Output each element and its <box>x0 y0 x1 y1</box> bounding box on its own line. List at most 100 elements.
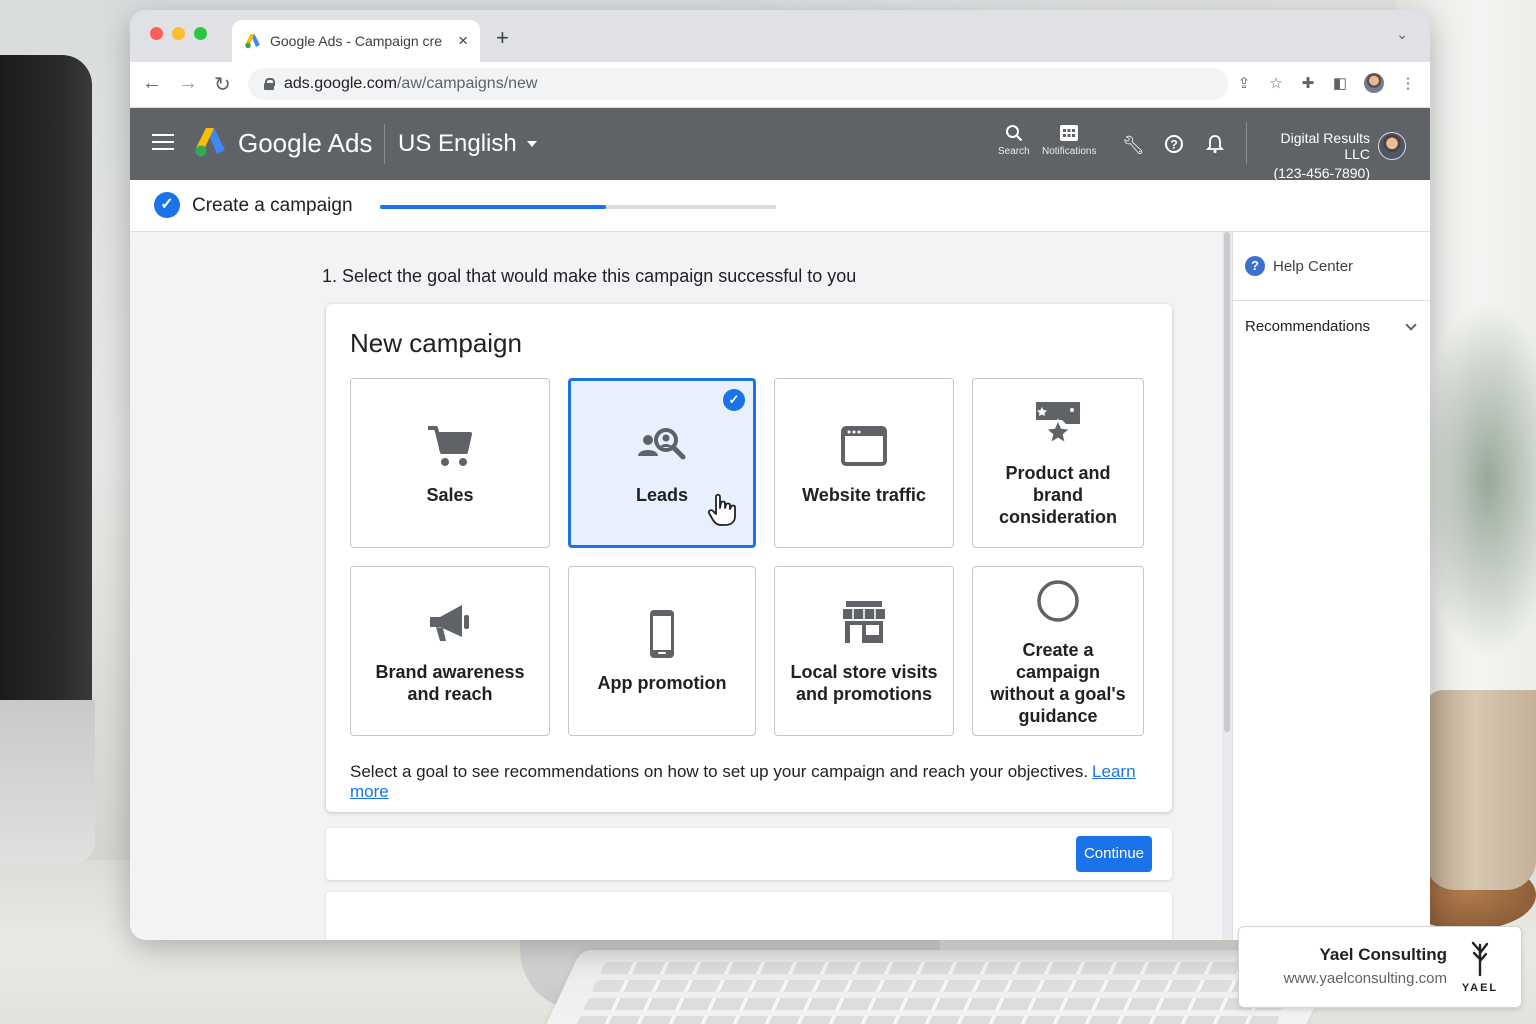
goal-label: Create a campaign without a goal's guida… <box>990 640 1126 726</box>
header-search-button[interactable]: Search <box>998 124 1030 157</box>
keyboard-row <box>583 998 1289 1010</box>
phone-icon <box>650 610 674 658</box>
yael-logo-icon: YAEL <box>1462 941 1496 994</box>
search-caption: Search <box>998 146 1030 157</box>
goal-hint-text: Select a goal to see recommendations on … <box>350 762 1089 781</box>
goal-hint: Select a goal to see recommendations on … <box>350 762 1172 802</box>
tools-button[interactable]: 🔧︎ <box>1122 134 1145 156</box>
step-title: Create a campaign <box>192 195 353 216</box>
goal-label: Brand awareness and reach <box>375 662 525 704</box>
watermark-url: www.yaelconsulting.com <box>1283 970 1447 987</box>
account-name: Digital Results LLC <box>1280 130 1370 162</box>
background-plant <box>1416 300 1536 660</box>
cart-icon <box>428 426 472 466</box>
card-title: New campaign <box>350 328 522 358</box>
tab-close-icon[interactable]: × <box>458 31 468 51</box>
keyboard-row <box>574 1016 1281 1024</box>
bell-button[interactable] <box>1206 134 1224 154</box>
help-button[interactable]: ? <box>1164 134 1184 154</box>
goal-option-no-goal[interactable]: Create a campaign without a goal's guida… <box>972 566 1144 736</box>
hand-cursor-icon <box>707 493 736 526</box>
ads-brand-name: Google Ads <box>238 128 373 158</box>
browser-toolbar: ← → ↻ ads.google.com/aw/campaigns/new ⇪ … <box>130 62 1430 108</box>
goal-option-leads[interactable]: ✓ Leads <box>568 378 756 548</box>
check-circle-icon: ✓ <box>154 192 180 218</box>
new-tab-button[interactable]: + <box>496 25 509 51</box>
address-bar[interactable]: ads.google.com/aw/campaigns/new <box>248 68 1228 100</box>
window-zoom-dot[interactable] <box>194 27 207 40</box>
tab-title: Google Ads - Campaign cre <box>270 33 442 49</box>
help-center-link[interactable]: ? Help Center <box>1245 256 1353 276</box>
progress-bar-track <box>380 205 776 209</box>
google-ads-logo-icon <box>195 128 225 157</box>
watermark-name: Yael Consulting <box>1319 945 1447 964</box>
goal-option-product-brand-consideration[interactable]: Product and brand consideration <box>972 378 1144 548</box>
progress-bar-fill <box>380 205 606 209</box>
hamburger-menu-icon[interactable] <box>152 134 174 150</box>
header-notifications-button[interactable]: Notifications <box>1042 124 1096 157</box>
megaphone-icon <box>430 605 469 641</box>
scrollbar-thumb[interactable] <box>1224 232 1230 732</box>
lock-icon <box>264 78 275 90</box>
next-section-card <box>326 892 1172 940</box>
ads-header: Google Ads US English Search Notificatio… <box>130 108 1430 181</box>
notifications-grid-icon <box>1060 125 1079 141</box>
bell-icon <box>1206 135 1224 154</box>
language-label: US English <box>398 130 517 157</box>
browser-tabstrip: Google Ads - Campaign cre × + ⌄ <box>130 10 1430 62</box>
goal-label: Website traffic <box>802 485 926 505</box>
goal-label: Sales <box>426 485 474 505</box>
continue-bar: Continue <box>326 828 1172 880</box>
forward-arrow-icon[interactable]: → <box>178 72 198 95</box>
share-icon[interactable]: ⇪ <box>1236 74 1252 92</box>
profile-avatar-icon[interactable] <box>1364 73 1384 93</box>
google-ads-favicon-icon <box>245 34 260 49</box>
monitor-screen: Google Ads - Campaign cre × + ⌄ ← → ↻ ad… <box>130 10 1430 940</box>
side-panel-divider <box>1233 300 1430 301</box>
bookmark-star-icon[interactable]: ☆ <box>1268 74 1284 92</box>
continue-button[interactable]: Continue <box>1076 836 1152 872</box>
goal-option-sales[interactable]: Sales <box>350 378 550 548</box>
language-selector[interactable]: US English <box>398 130 537 158</box>
browser-tab[interactable]: Google Ads - Campaign cre × <box>232 20 480 62</box>
tab-search-chevron-icon[interactable]: ⌄ <box>1396 26 1408 43</box>
main-content: 1. Select the goal that would make this … <box>130 232 1222 940</box>
recommendations-label: Recommendations <box>1245 318 1371 335</box>
side-panel-icon[interactable]: ◧ <box>1332 74 1348 92</box>
scrollbar[interactable] <box>1222 232 1232 940</box>
caret-down-icon <box>526 141 537 147</box>
recommendations-toggle[interactable]: Recommendations <box>1245 318 1421 335</box>
goal-label: Product and brand consideration <box>998 463 1118 527</box>
help-circle-icon: ? <box>1165 135 1183 153</box>
side-panel: ? Help Center Recommendations <box>1232 232 1430 940</box>
keyboard-row <box>599 962 1306 974</box>
reload-icon[interactable]: ↻ <box>214 72 231 97</box>
new-campaign-card: New campaign Sales ✓ Leads Website traff… <box>326 304 1172 812</box>
help-center-label: Help Center <box>1273 257 1354 275</box>
brand-watermark: Yael Consulting www.yaelconsulting.com Y… <box>1238 926 1522 1008</box>
window-minimize-dot[interactable] <box>172 27 185 40</box>
campaign-progress-strip: ✓ Create a campaign <box>130 180 1430 232</box>
goal-label: Local store visits and promotions <box>790 662 938 704</box>
goal-option-website-traffic[interactable]: Website traffic <box>774 378 954 548</box>
more-menu-icon[interactable]: ⋮ <box>1400 74 1416 92</box>
header-divider <box>1246 122 1247 164</box>
extensions-puzzle-icon[interactable]: ✚ <box>1300 74 1316 92</box>
chevron-down-icon <box>1405 318 1417 331</box>
account-avatar[interactable] <box>1378 132 1406 160</box>
keyboard <box>539 950 1341 1024</box>
url-path: /aw/campaigns/new <box>396 75 538 92</box>
account-info[interactable]: Digital Results LLC (123-456-7890) <box>1256 130 1370 181</box>
window-close-dot[interactable] <box>150 27 163 40</box>
header-divider <box>384 124 385 164</box>
second-monitor-chin <box>0 700 95 865</box>
goal-question: 1. Select the goal that would make this … <box>322 266 857 286</box>
toolbar-actions: ⇪ ☆ ✚ ◧ ⋮ <box>1236 73 1416 93</box>
back-arrow-icon[interactable]: ← <box>142 72 162 95</box>
account-phone: (123-456-7890) <box>1273 165 1370 181</box>
goal-option-brand-awareness[interactable]: Brand awareness and reach <box>350 566 550 736</box>
goal-option-app-promotion[interactable]: App promotion <box>568 566 756 736</box>
storefront-icon <box>843 601 885 643</box>
goal-option-local-store-visits[interactable]: Local store visits and promotions <box>774 566 954 736</box>
selected-check-icon: ✓ <box>723 389 745 411</box>
